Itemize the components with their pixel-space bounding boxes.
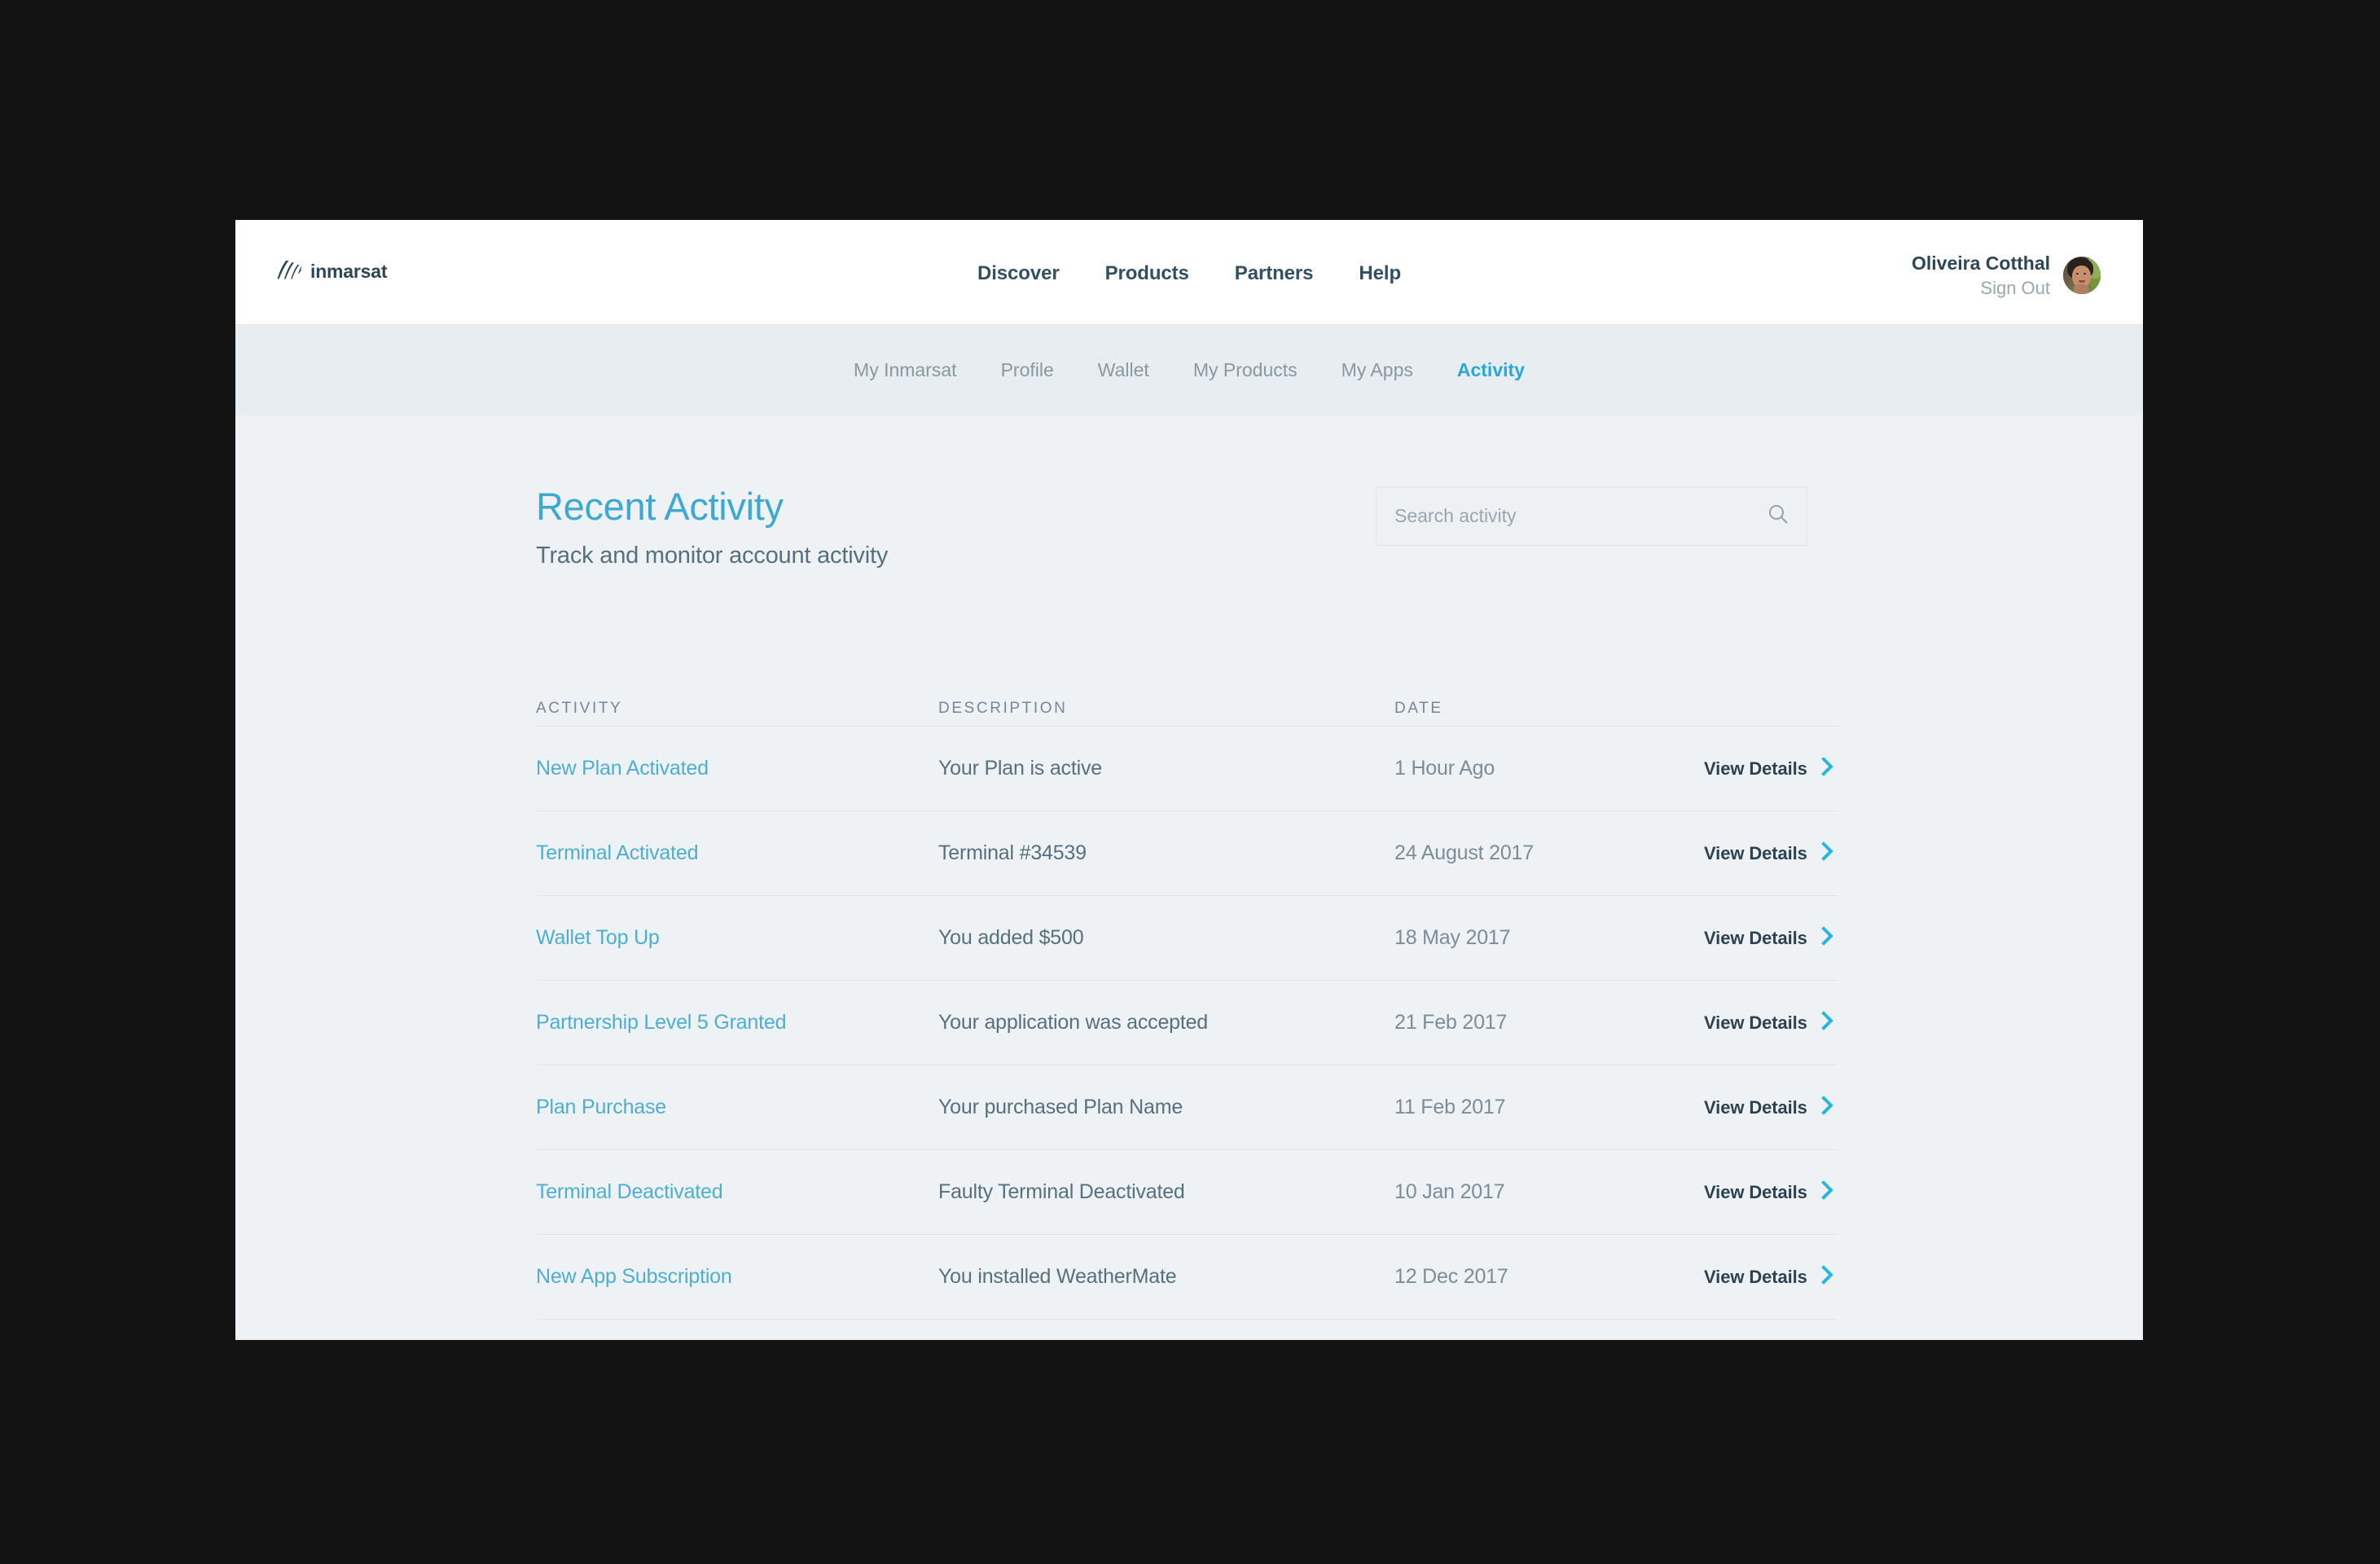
table-row[interactable]: Terminal Activated Terminal #34539 24 Au… [536,811,1838,896]
table-row[interactable]: Terminal Deactivated Faulty Terminal Dea… [536,1150,1838,1235]
subnav-item-my-apps[interactable]: My Apps [1341,359,1413,381]
cell-action: View Details [1704,925,1861,951]
table-header-row: ACTIVITY DESCRIPTION DATE [536,684,1838,727]
table-row[interactable]: Partnership Level 5 Granted Your applica… [536,981,1838,1065]
page-title: Recent Activity [536,485,784,528]
chevron-right-icon [1820,1010,1835,1035]
cell-date: 12 Dec 2017 [1394,1265,1508,1288]
cell-description: Faulty Terminal Deactivated [938,1180,1185,1203]
view-details-button[interactable]: View Details [1704,1264,1861,1289]
table-row[interactable]: Wallet Top Up You added $500 18 May 2017… [536,896,1838,981]
subnav-item-profile[interactable]: Profile [1001,359,1054,381]
table-row[interactable]: Plan Purchase Your purchased Plan Name 1… [536,1065,1838,1150]
cell-description: You added $500 [938,926,1084,949]
subnav-item-my-products[interactable]: My Products [1193,359,1298,381]
cell-action: View Details [1704,1095,1861,1120]
view-details-label: View Details [1704,1096,1807,1118]
view-details-label: View Details [1704,1266,1807,1287]
cell-action: View Details [1704,841,1861,866]
avatar[interactable] [2063,257,2101,295]
cell-activity[interactable]: Terminal Deactivated [536,1180,938,1204]
primary-nav-item-discover[interactable]: Discover [977,262,1060,285]
subnav-item-my-inmarsat[interactable]: My Inmarsat [854,359,957,381]
view-details-label: View Details [1704,1181,1807,1202]
table-row[interactable]: New App Subscription You installed Weath… [536,1235,1838,1320]
view-details-label: View Details [1704,927,1807,948]
primary-nav-item-partners[interactable]: Partners [1235,262,1314,285]
activity-table: ACTIVITY DESCRIPTION DATE New Plan Activ… [536,684,1838,1320]
cell-activity[interactable]: New Plan Activated [536,757,938,780]
search-icon[interactable] [1767,503,1789,529]
table-row[interactable]: New Plan Activated Your Plan is active 1… [536,727,1838,811]
chevron-right-icon [1820,841,1835,866]
cell-date: 10 Jan 2017 [1394,1180,1505,1203]
cell-date: 21 Feb 2017 [1394,1011,1508,1034]
cell-description: Your purchased Plan Name [938,1096,1183,1118]
view-details-label: View Details [1704,842,1807,863]
chevron-right-icon [1820,756,1835,781]
page-heading-group: Recent Activity Track and monitor accoun… [536,485,888,569]
cell-date: 24 August 2017 [1394,841,1534,864]
cell-activity[interactable]: Wallet Top Up [536,926,938,950]
view-details-button[interactable]: View Details [1704,1180,1861,1205]
cell-date: 1 Hour Ago [1394,757,1495,780]
cell-activity[interactable]: Partnership Level 5 Granted [536,1011,938,1035]
search-box[interactable] [1376,486,1807,546]
page-body: Recent Activity Track and monitor accoun… [235,415,2143,1339]
site-header: inmarsat Discover Products Partners Help… [235,220,2143,324]
subnav-item-wallet[interactable]: Wallet [1098,359,1149,381]
column-header-description: DESCRIPTION [938,700,1068,717]
cell-date: 18 May 2017 [1394,926,1511,949]
user-text: Oliveira Cotthal Sign Out [1912,251,2050,301]
column-header-activity: ACTIVITY [536,700,623,717]
view-details-button[interactable]: View Details [1704,1095,1861,1120]
chevron-right-icon [1820,1095,1835,1120]
cell-action: View Details [1704,1180,1861,1205]
chevron-right-icon [1820,1180,1835,1205]
user-name: Oliveira Cotthal [1912,253,2050,274]
cell-action: View Details [1704,1264,1861,1289]
app-viewport: inmarsat Discover Products Partners Help… [235,220,2143,1340]
cell-date: 11 Feb 2017 [1394,1096,1506,1118]
cell-action: View Details [1704,1010,1861,1035]
cell-description: You installed WeatherMate [938,1265,1177,1288]
user-account-area: Oliveira Cotthal Sign Out [1912,251,2101,301]
cell-activity[interactable]: Terminal Activated [536,841,938,865]
cell-action: View Details [1704,756,1861,781]
chevron-right-icon [1820,925,1835,951]
view-details-button[interactable]: View Details [1704,841,1861,866]
view-details-button[interactable]: View Details [1704,756,1861,781]
view-details-label: View Details [1704,1012,1807,1033]
chevron-right-icon [1820,1264,1835,1289]
cell-activity[interactable]: New App Subscription [536,1265,938,1289]
sign-out-link[interactable]: Sign Out [1912,276,2050,301]
view-details-label: View Details [1704,758,1807,779]
search-input[interactable] [1394,505,1767,527]
search-area [1376,486,1807,546]
cell-description: Your Plan is active [938,757,1102,780]
primary-nav: Discover Products Partners Help [235,262,2143,285]
view-details-button[interactable]: View Details [1704,925,1861,951]
cell-description: Your application was accepted [938,1011,1209,1034]
cell-description: Terminal #34539 [938,841,1087,864]
primary-nav-item-help[interactable]: Help [1359,262,1401,285]
page-subtitle: Track and monitor account activity [536,542,889,569]
cell-activity[interactable]: Plan Purchase [536,1096,938,1119]
subnav-item-activity[interactable]: Activity [1457,359,1525,381]
view-details-button[interactable]: View Details [1704,1010,1861,1035]
primary-nav-item-products[interactable]: Products [1105,262,1189,285]
column-header-date: DATE [1394,700,1443,717]
avatar-neck [2074,284,2088,295]
account-subnav: My Inmarsat Profile Wallet My Products M… [235,324,2143,415]
